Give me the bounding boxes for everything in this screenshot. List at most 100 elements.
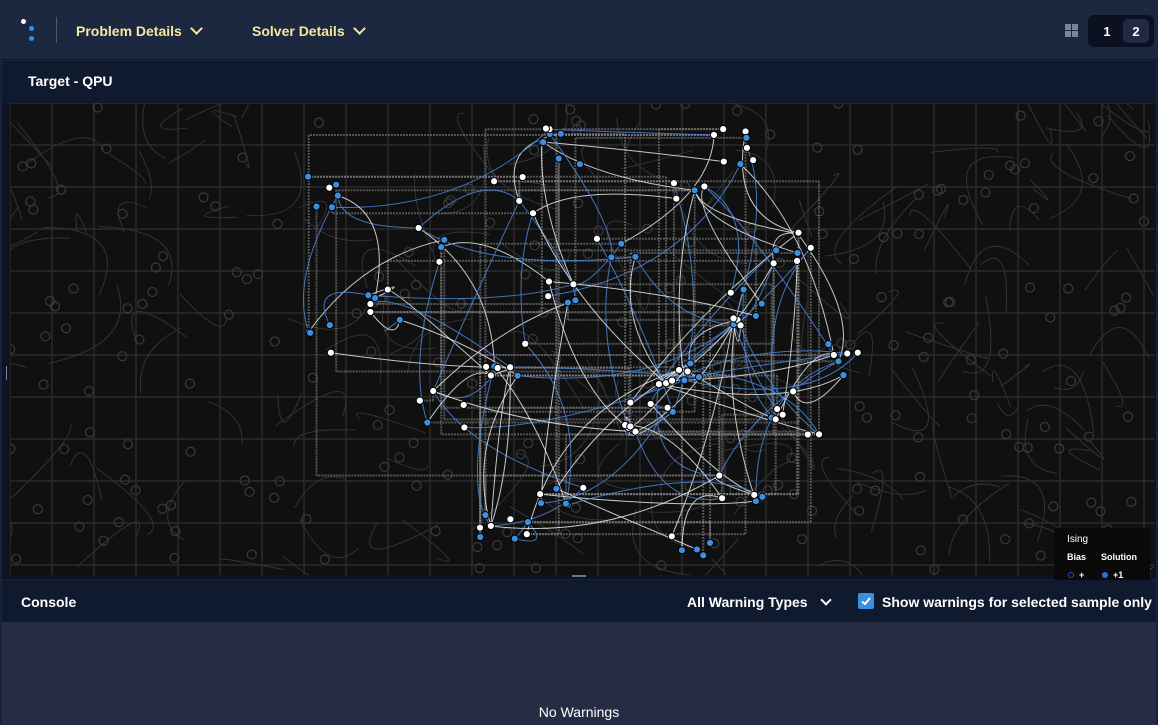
qubit-node[interactable] [742, 133, 751, 142]
qubit-node[interactable] [739, 285, 748, 294]
qubit-node[interactable] [769, 259, 778, 268]
qubit-node[interactable] [332, 180, 341, 189]
qubit-node[interactable] [536, 498, 546, 508]
qubit-node[interactable] [617, 239, 626, 248]
qubit-node[interactable] [561, 499, 571, 508]
qubit-node[interactable] [773, 404, 782, 414]
qubit-node[interactable] [333, 191, 342, 200]
qubit-node[interactable] [476, 532, 485, 542]
qubit-node[interactable] [626, 398, 635, 407]
qubit-node[interactable] [778, 410, 787, 419]
qubit-node[interactable] [429, 386, 438, 396]
qubit-node[interactable] [829, 350, 838, 360]
qubit-node[interactable] [475, 523, 485, 532]
qubit-node[interactable] [663, 403, 672, 412]
qubit-node[interactable] [592, 234, 602, 243]
qubit-node[interactable] [510, 534, 519, 543]
qubit-node[interactable] [506, 363, 515, 372]
qubit-node[interactable] [364, 291, 373, 300]
qubit-node[interactable] [694, 372, 704, 382]
qubit-node[interactable] [515, 196, 524, 205]
qubit-node[interactable] [523, 517, 532, 527]
qubit-node[interactable] [736, 160, 745, 169]
qubit-node[interactable] [366, 307, 375, 317]
qubit-node[interactable] [575, 160, 585, 169]
qubit-node[interactable] [556, 129, 565, 138]
qubit-node[interactable] [440, 235, 449, 244]
qubit-node[interactable] [686, 359, 695, 368]
qubit-node[interactable] [513, 371, 522, 380]
qubit-node[interactable] [631, 427, 640, 436]
qubit-node[interactable] [709, 130, 719, 140]
qubit-node[interactable] [312, 202, 321, 211]
qubit-node[interactable] [521, 339, 530, 348]
qubit-node[interactable] [326, 348, 335, 357]
qubit-node[interactable] [459, 400, 468, 410]
qubit-node[interactable] [853, 348, 862, 357]
qubit-node[interactable] [423, 418, 432, 427]
qubit-node[interactable] [839, 371, 848, 380]
qubit-node[interactable] [541, 124, 551, 133]
qubit-node[interactable] [460, 423, 469, 432]
qubit-node[interactable] [306, 328, 315, 337]
qubit-node[interactable] [552, 484, 561, 493]
qubit-node[interactable] [726, 288, 735, 297]
solver-details-menu[interactable]: Solver Details [252, 18, 366, 44]
qubit-node[interactable] [571, 296, 580, 305]
qubit-node[interactable] [667, 376, 677, 385]
qubit-node[interactable] [680, 376, 689, 385]
qubit-node[interactable] [699, 551, 708, 560]
qubit-node[interactable] [544, 277, 554, 286]
qubit-node[interactable] [481, 510, 490, 520]
qubit-node[interactable] [718, 494, 727, 503]
page-2-button[interactable]: 2 [1123, 19, 1149, 43]
qubit-node[interactable] [506, 515, 515, 524]
qubit-node[interactable] [736, 321, 745, 330]
qubit-node[interactable] [700, 182, 709, 191]
qubit-node[interactable] [414, 223, 423, 233]
qubit-node[interactable] [569, 280, 578, 289]
qubit-node[interactable] [669, 179, 679, 188]
qubit-node[interactable] [719, 157, 728, 166]
qubit-node[interactable] [789, 387, 798, 396]
qubit-node[interactable] [482, 362, 491, 371]
warning-type-select[interactable]: All Warning Types [687, 593, 832, 610]
qubit-node[interactable] [705, 538, 715, 547]
qubit-node[interactable] [824, 340, 833, 349]
qubit-node[interactable] [690, 186, 699, 195]
qubit-node[interactable] [677, 546, 687, 555]
qubit-node[interactable] [415, 396, 424, 405]
qubit-node[interactable] [814, 430, 824, 439]
qubit-node[interactable] [607, 253, 616, 262]
qubit-node[interactable] [536, 489, 545, 499]
qubit-node[interactable] [794, 228, 803, 237]
qubit-node[interactable] [489, 177, 499, 186]
qubit-node[interactable] [758, 492, 767, 501]
qubit-node[interactable] [751, 311, 761, 321]
qubit-node[interactable] [528, 209, 538, 218]
qubit-node[interactable] [325, 320, 334, 330]
qubit-node[interactable] [757, 299, 766, 308]
qubit-node[interactable] [383, 285, 392, 294]
qpu-graph-canvas[interactable] [10, 103, 1154, 575]
qubit-node[interactable] [325, 183, 334, 192]
qubit-node[interactable] [579, 483, 588, 492]
qubit-node[interactable] [631, 252, 640, 261]
qubit-node[interactable] [771, 415, 780, 424]
selected-sample-checkbox-label[interactable]: Show warnings for selected sample only [882, 594, 1152, 610]
qubit-node[interactable] [719, 125, 728, 134]
qubit-node[interactable] [437, 243, 446, 252]
qubit-node[interactable] [750, 490, 759, 499]
qubit-node[interactable] [793, 248, 802, 258]
qubit-node[interactable] [654, 379, 664, 389]
qubit-node[interactable] [563, 298, 572, 307]
qubit-node[interactable] [486, 371, 495, 380]
qubit-node[interactable] [518, 172, 527, 182]
qubit-node[interactable] [803, 430, 812, 439]
qubit-node[interactable] [539, 138, 548, 147]
qubit-node[interactable] [672, 194, 681, 203]
qubit-node[interactable] [667, 532, 676, 541]
app-logo-icon[interactable] [18, 17, 42, 45]
qubit-node[interactable] [715, 471, 724, 480]
qpu-graph-svg[interactable] [10, 103, 1154, 575]
